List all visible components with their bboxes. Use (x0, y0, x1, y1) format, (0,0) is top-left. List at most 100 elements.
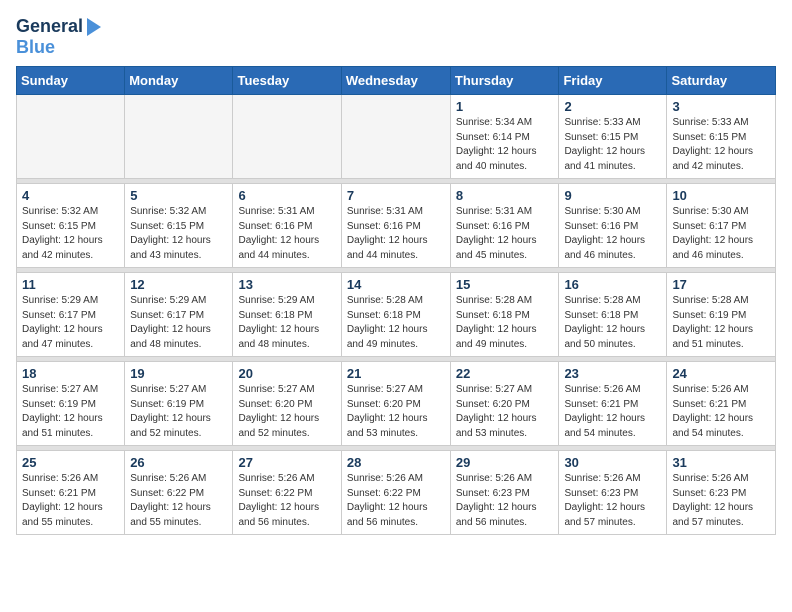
calendar-cell: 18 Sunrise: 5:27 AM Sunset: 6:19 PM Dayli… (17, 362, 125, 446)
calendar-cell: 5 Sunrise: 5:32 AM Sunset: 6:15 PM Daylig… (125, 184, 233, 268)
day-info: Sunrise: 5:26 AM Sunset: 6:21 PM Dayligh… (22, 472, 119, 530)
day-info: Sunrise: 5:29 AM Sunset: 6:17 PM Dayligh… (22, 294, 119, 352)
day-number: 23 (564, 366, 661, 381)
day-number: 5 (130, 188, 227, 203)
calendar-cell: 1Sunrise: 5:34 AM Sunset: 6:14 PM Daylig… (450, 95, 559, 179)
day-number: 20 (238, 366, 335, 381)
calendar-cell: 15 Sunrise: 5:28 AM Sunset: 6:18 PM Dayli… (450, 273, 559, 357)
calendar-cell: 9 Sunrise: 5:30 AM Sunset: 6:16 PM Daylig… (559, 184, 667, 268)
day-number: 10 (672, 188, 770, 203)
calendar-cell: 11 Sunrise: 5:29 AM Sunset: 6:17 PM Dayli… (17, 273, 125, 357)
day-number: 28 (347, 455, 445, 470)
day-number: 19 (130, 366, 227, 381)
day-info: Sunrise: 5:27 AM Sunset: 6:19 PM Dayligh… (22, 383, 119, 441)
day-number: 6 (238, 188, 335, 203)
day-number: 14 (347, 277, 445, 292)
weekday-header-saturday: Saturday (667, 67, 776, 95)
weekday-header-tuesday: Tuesday (233, 67, 341, 95)
day-info: Sunrise: 5:28 AM Sunset: 6:18 PM Dayligh… (456, 294, 554, 352)
day-info: Sunrise: 5:33 AM Sunset: 6:15 PM Dayligh… (564, 116, 661, 174)
calendar-cell: 30 Sunrise: 5:26 AM Sunset: 6:23 PM Dayli… (559, 451, 667, 535)
day-number: 2 (564, 99, 661, 114)
day-number: 9 (564, 188, 661, 203)
day-number: 7 (347, 188, 445, 203)
calendar-header-row: SundayMondayTuesdayWednesdayThursdayFrid… (17, 67, 776, 95)
calendar-cell: 20Sunrise: 5:27 AM Sunset: 6:20 PM Dayli… (233, 362, 341, 446)
calendar-cell (233, 95, 341, 179)
day-number: 25 (22, 455, 119, 470)
calendar-week-row: 1Sunrise: 5:34 AM Sunset: 6:14 PM Daylig… (17, 95, 776, 179)
day-info: Sunrise: 5:26 AM Sunset: 6:23 PM Dayligh… (672, 472, 770, 530)
logo-general-text: General (16, 16, 83, 37)
day-number: 30 (564, 455, 661, 470)
day-number: 27 (238, 455, 335, 470)
day-info: Sunrise: 5:28 AM Sunset: 6:19 PM Dayligh… (672, 294, 770, 352)
calendar-cell: 8 Sunrise: 5:31 AM Sunset: 6:16 PM Daylig… (450, 184, 559, 268)
day-number: 3 (672, 99, 770, 114)
day-info: Sunrise: 5:29 AM Sunset: 6:18 PM Dayligh… (238, 294, 335, 352)
day-number: 17 (672, 277, 770, 292)
calendar-cell: 3 Sunrise: 5:33 AM Sunset: 6:15 PM Daylig… (667, 95, 776, 179)
weekday-header-sunday: Sunday (17, 67, 125, 95)
day-number: 24 (672, 366, 770, 381)
day-number: 11 (22, 277, 119, 292)
day-info: Sunrise: 5:32 AM Sunset: 6:15 PM Dayligh… (22, 205, 119, 263)
calendar-cell: 19 Sunrise: 5:27 AM Sunset: 6:19 PM Dayli… (125, 362, 233, 446)
day-info: Sunrise: 5:31 AM Sunset: 6:16 PM Dayligh… (238, 205, 335, 263)
day-info: Sunrise: 5:28 AM Sunset: 6:18 PM Dayligh… (347, 294, 445, 352)
day-info: Sunrise: 5:31 AM Sunset: 6:16 PM Dayligh… (347, 205, 445, 263)
calendar-cell: 12 Sunrise: 5:29 AM Sunset: 6:17 PM Dayli… (125, 273, 233, 357)
calendar-cell: 14 Sunrise: 5:28 AM Sunset: 6:18 PM Dayli… (341, 273, 450, 357)
calendar-cell: 26 Sunrise: 5:26 AM Sunset: 6:22 PM Dayli… (125, 451, 233, 535)
calendar-cell (17, 95, 125, 179)
day-info: Sunrise: 5:26 AM Sunset: 6:21 PM Dayligh… (672, 383, 770, 441)
day-number: 18 (22, 366, 119, 381)
day-info: Sunrise: 5:31 AM Sunset: 6:16 PM Dayligh… (456, 205, 554, 263)
day-number: 13 (238, 277, 335, 292)
calendar-cell: 2 Sunrise: 5:33 AM Sunset: 6:15 PM Daylig… (559, 95, 667, 179)
day-number: 12 (130, 277, 227, 292)
calendar-cell: 24 Sunrise: 5:26 AM Sunset: 6:21 PM Dayli… (667, 362, 776, 446)
day-number: 26 (130, 455, 227, 470)
day-number: 21 (347, 366, 445, 381)
calendar-cell (125, 95, 233, 179)
day-number: 16 (564, 277, 661, 292)
calendar-cell: 4Sunrise: 5:32 AM Sunset: 6:15 PM Daylig… (17, 184, 125, 268)
day-info: Sunrise: 5:27 AM Sunset: 6:20 PM Dayligh… (456, 383, 554, 441)
day-number: 8 (456, 188, 554, 203)
day-info: Sunrise: 5:33 AM Sunset: 6:15 PM Dayligh… (672, 116, 770, 174)
day-info: Sunrise: 5:30 AM Sunset: 6:16 PM Dayligh… (564, 205, 661, 263)
day-info: Sunrise: 5:30 AM Sunset: 6:17 PM Dayligh… (672, 205, 770, 263)
calendar-week-row: 11 Sunrise: 5:29 AM Sunset: 6:17 PM Dayli… (17, 273, 776, 357)
day-number: 22 (456, 366, 554, 381)
calendar-cell: 7 Sunrise: 5:31 AM Sunset: 6:16 PM Daylig… (341, 184, 450, 268)
day-number: 29 (456, 455, 554, 470)
calendar-cell: 29Sunrise: 5:26 AM Sunset: 6:23 PM Dayli… (450, 451, 559, 535)
day-number: 31 (672, 455, 770, 470)
day-info: Sunrise: 5:26 AM Sunset: 6:22 PM Dayligh… (238, 472, 335, 530)
calendar-cell: 10 Sunrise: 5:30 AM Sunset: 6:17 PM Dayli… (667, 184, 776, 268)
calendar-cell: 21 Sunrise: 5:27 AM Sunset: 6:20 PM Dayli… (341, 362, 450, 446)
day-info: Sunrise: 5:32 AM Sunset: 6:15 PM Dayligh… (130, 205, 227, 263)
day-number: 15 (456, 277, 554, 292)
day-info: Sunrise: 5:26 AM Sunset: 6:22 PM Dayligh… (130, 472, 227, 530)
calendar-week-row: 4Sunrise: 5:32 AM Sunset: 6:15 PM Daylig… (17, 184, 776, 268)
logo-arrow-icon (87, 18, 101, 36)
day-info: Sunrise: 5:29 AM Sunset: 6:17 PM Dayligh… (130, 294, 227, 352)
calendar-cell: 17 Sunrise: 5:28 AM Sunset: 6:19 PM Dayli… (667, 273, 776, 357)
calendar-cell: 28 Sunrise: 5:26 AM Sunset: 6:22 PM Dayli… (341, 451, 450, 535)
logo: General Blue (16, 16, 101, 58)
day-info: Sunrise: 5:27 AM Sunset: 6:19 PM Dayligh… (130, 383, 227, 441)
calendar-cell: 6 Sunrise: 5:31 AM Sunset: 6:16 PM Daylig… (233, 184, 341, 268)
weekday-header-friday: Friday (559, 67, 667, 95)
calendar-cell (341, 95, 450, 179)
day-info: Sunrise: 5:27 AM Sunset: 6:20 PM Dayligh… (347, 383, 445, 441)
day-info: Sunrise: 5:26 AM Sunset: 6:22 PM Dayligh… (347, 472, 445, 530)
page-header: General Blue (16, 16, 776, 58)
weekday-header-thursday: Thursday (450, 67, 559, 95)
calendar-cell: 22 Sunrise: 5:27 AM Sunset: 6:20 PM Dayli… (450, 362, 559, 446)
weekday-header-wednesday: Wednesday (341, 67, 450, 95)
day-info: Sunrise: 5:26 AM Sunset: 6:23 PM Dayligh… (564, 472, 661, 530)
calendar-cell: 23Sunrise: 5:26 AM Sunset: 6:21 PM Dayli… (559, 362, 667, 446)
calendar-week-row: 18 Sunrise: 5:27 AM Sunset: 6:19 PM Dayli… (17, 362, 776, 446)
